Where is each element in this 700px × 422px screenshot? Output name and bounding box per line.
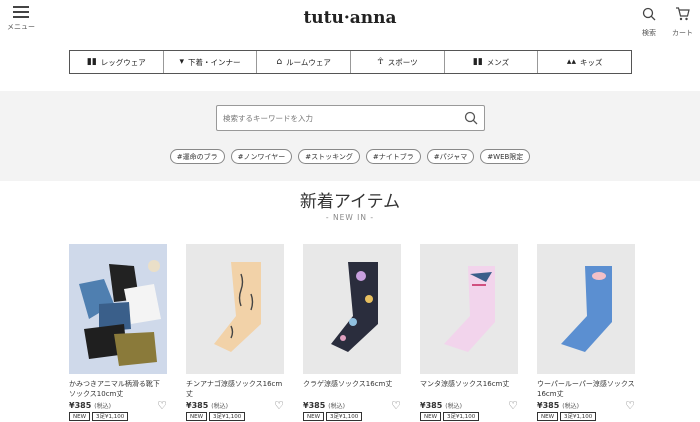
- cart-label: カート: [672, 29, 693, 37]
- product-image[interactable]: [69, 244, 167, 374]
- nav-item-underwear[interactable]: ▾ 下着・インナー: [164, 51, 258, 73]
- nav-item-label: レッグウェア: [100, 57, 146, 67]
- product-price: ¥385 (税込) ♡: [186, 399, 284, 412]
- tag-chip[interactable]: #運命のブラ: [169, 149, 225, 164]
- product-name[interactable]: ウーパールーパー涼感ソックス16cm丈: [537, 379, 635, 399]
- heart-icon[interactable]: ♡: [157, 399, 167, 412]
- new-badge: NEW: [69, 412, 91, 421]
- menu-button[interactable]: メニュー: [6, 4, 36, 32]
- site-header: メニュー tutu·anna 検索 カート: [0, 0, 700, 40]
- cart-icon: [675, 7, 690, 21]
- kids-icon: ▴▴: [566, 57, 576, 67]
- badge-row: NEW 3足¥1,100: [537, 412, 635, 421]
- product-photo: [69, 244, 167, 374]
- heart-icon[interactable]: ♡: [391, 399, 401, 412]
- offer-badge: 3足¥1,100: [443, 412, 480, 421]
- section-title: 新着アイテム: [299, 192, 401, 212]
- product-price: ¥385 (税込) ♡: [537, 399, 635, 412]
- product-photo: [537, 244, 635, 374]
- product-card[interactable]: チンアナゴ涼感ソックス16cm丈 ¥385 (税込) ♡ NEW 3足¥1,100: [186, 244, 284, 421]
- new-badge: NEW: [537, 412, 559, 421]
- product-card[interactable]: クラゲ涼感ソックス16cm丈 ¥385 (税込) ♡ NEW 3足¥1,100: [303, 244, 401, 421]
- search-icon: [642, 7, 656, 21]
- offer-badge: 3足¥1,100: [92, 412, 129, 421]
- product-card[interactable]: マンタ涼感ソックス16cm丈 ¥385 (税込) ♡ NEW 3足¥1,100: [420, 244, 518, 421]
- nav-item-label: スポーツ: [387, 57, 418, 67]
- offer-badge: 3足¥1,100: [326, 412, 363, 421]
- price-value: ¥385: [69, 401, 92, 410]
- nav-item-label: 下着・インナー: [188, 57, 241, 67]
- underwear-icon: ▾: [179, 57, 185, 67]
- product-price: ¥385 (税込) ♡: [420, 399, 518, 412]
- badge-row: NEW 3足¥1,100: [186, 412, 284, 421]
- new-badge: NEW: [186, 412, 208, 421]
- nav-item-legwear[interactable]: ▮▮ レッグウェア: [70, 51, 164, 73]
- tag-chip[interactable]: #パジャマ: [426, 149, 475, 164]
- product-image[interactable]: [537, 244, 635, 374]
- badge-row: NEW 3足¥1,100: [303, 412, 401, 421]
- search-label: 検索: [642, 29, 656, 37]
- new-badge: NEW: [303, 412, 325, 421]
- product-image[interactable]: [420, 244, 518, 374]
- nav-item-kids[interactable]: ▴▴ キッズ: [538, 51, 631, 73]
- tax-label: (税込): [562, 403, 579, 410]
- product-name[interactable]: かみつきアニマル柄滑る靴下 ソックス10cm丈: [69, 379, 167, 399]
- tax-label: (税込): [211, 403, 228, 410]
- product-price: ¥385 (税込) ♡: [69, 399, 167, 412]
- cart-button[interactable]: カート: [672, 6, 693, 38]
- mens-icon: ▮▮: [472, 57, 483, 67]
- heart-icon[interactable]: ♡: [508, 399, 518, 412]
- price-value: ¥385: [420, 401, 443, 410]
- offer-badge: 3足¥1,100: [209, 412, 246, 421]
- hamburger-icon: [13, 6, 29, 19]
- sports-icon: ☥: [377, 57, 384, 67]
- price-value: ¥385: [186, 401, 209, 410]
- section-subtitle: - NEW IN -: [325, 213, 375, 222]
- product-name[interactable]: クラゲ涼感ソックス16cm丈: [303, 379, 401, 399]
- legwear-icon: ▮▮: [86, 57, 97, 67]
- heart-icon[interactable]: ♡: [274, 399, 284, 412]
- price-value: ¥385: [303, 401, 326, 410]
- search-section: #運命のブラ #ノンワイヤー #ストッキング #ナイトブラ #パジャマ #WEB…: [0, 91, 700, 181]
- nav-item-roomwear[interactable]: ⌂ ルームウェア: [257, 51, 352, 73]
- tag-chip[interactable]: #ストッキング: [298, 149, 360, 164]
- product-image[interactable]: [186, 244, 284, 374]
- tag-chip[interactable]: #WEB限定: [480, 149, 531, 164]
- badge-row: NEW 3足¥1,100: [69, 412, 167, 421]
- heart-icon[interactable]: ♡: [625, 399, 635, 412]
- search-input[interactable]: [217, 106, 447, 131]
- nav-item-mens[interactable]: ▮▮ メンズ: [445, 51, 539, 73]
- nav-item-label: メンズ: [486, 57, 510, 67]
- tag-list: #運命のブラ #ノンワイヤー #ストッキング #ナイトブラ #パジャマ #WEB…: [0, 149, 700, 164]
- menu-label: メニュー: [7, 23, 35, 31]
- search-box: [216, 105, 485, 131]
- price-value: ¥385: [537, 401, 560, 410]
- product-photo: [420, 244, 518, 374]
- logo[interactable]: tutu·anna: [300, 8, 400, 28]
- nav-item-sports[interactable]: ☥ スポーツ: [351, 51, 445, 73]
- tag-chip[interactable]: #ナイトブラ: [365, 149, 421, 164]
- product-card[interactable]: ウーパールーパー涼感ソックス16cm丈 ¥385 (税込) ♡ NEW 3足¥1,10…: [537, 244, 635, 421]
- product-price: ¥385 (税込) ♡: [303, 399, 401, 412]
- badge-row: NEW 3足¥1,100: [420, 412, 518, 421]
- tax-label: (税込): [328, 403, 345, 410]
- nav-item-label: キッズ: [579, 57, 603, 67]
- roomwear-icon: ⌂: [276, 57, 283, 67]
- tag-chip[interactable]: #ノンワイヤー: [230, 149, 293, 164]
- header-search-button[interactable]: 検索: [640, 6, 658, 38]
- product-image[interactable]: [303, 244, 401, 374]
- search-icon[interactable]: [464, 111, 478, 125]
- tax-label: (税込): [445, 403, 462, 410]
- product-name[interactable]: チンアナゴ涼感ソックス16cm丈: [186, 379, 284, 399]
- product-card[interactable]: かみつきアニマル柄滑る靴下 ソックス10cm丈 ¥385 (税込) ♡ NEW 3足¥…: [69, 244, 167, 421]
- product-name[interactable]: マンタ涼感ソックス16cm丈: [420, 379, 518, 399]
- product-photo: [303, 244, 401, 374]
- offer-badge: 3足¥1,100: [560, 412, 597, 421]
- product-photo: [186, 244, 284, 374]
- tax-label: (税込): [94, 403, 111, 410]
- category-nav: ▮▮ レッグウェア ▾ 下着・インナー ⌂ ルームウェア ☥ スポーツ ▮▮ メンズ ▴▴…: [69, 50, 632, 74]
- new-badge: NEW: [420, 412, 442, 421]
- nav-item-label: ルームウェア: [286, 57, 331, 67]
